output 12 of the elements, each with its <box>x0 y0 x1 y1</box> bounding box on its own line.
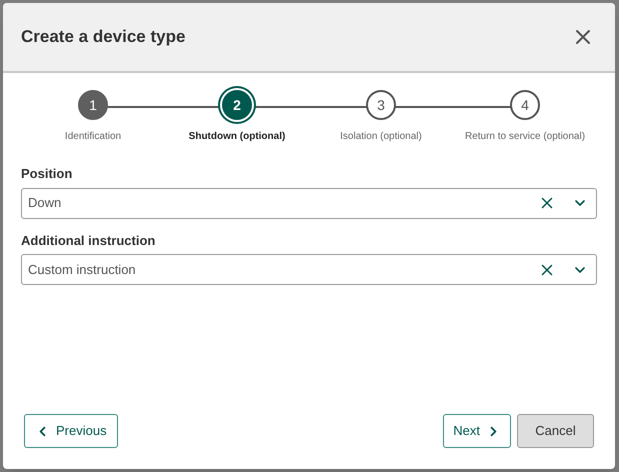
select-field[interactable]: Custom instruction <box>21 254 597 285</box>
next-button[interactable]: Next <box>443 414 511 448</box>
select-field[interactable]: Down <box>21 188 597 218</box>
dialog-title: Create a device type <box>21 26 186 48</box>
step-label: Isolation (optional) <box>340 130 422 144</box>
field-label: Additional instruction <box>21 232 156 250</box>
previous-button[interactable]: Previous <box>24 414 118 448</box>
step-label: Return to service (optional) <box>464 130 586 144</box>
step-label: Shutdown (optional) <box>188 130 286 144</box>
field-label: Position <box>21 165 74 183</box>
step-label: Identification <box>64 130 122 144</box>
cancel-button[interactable]: Cancel <box>517 414 594 448</box>
